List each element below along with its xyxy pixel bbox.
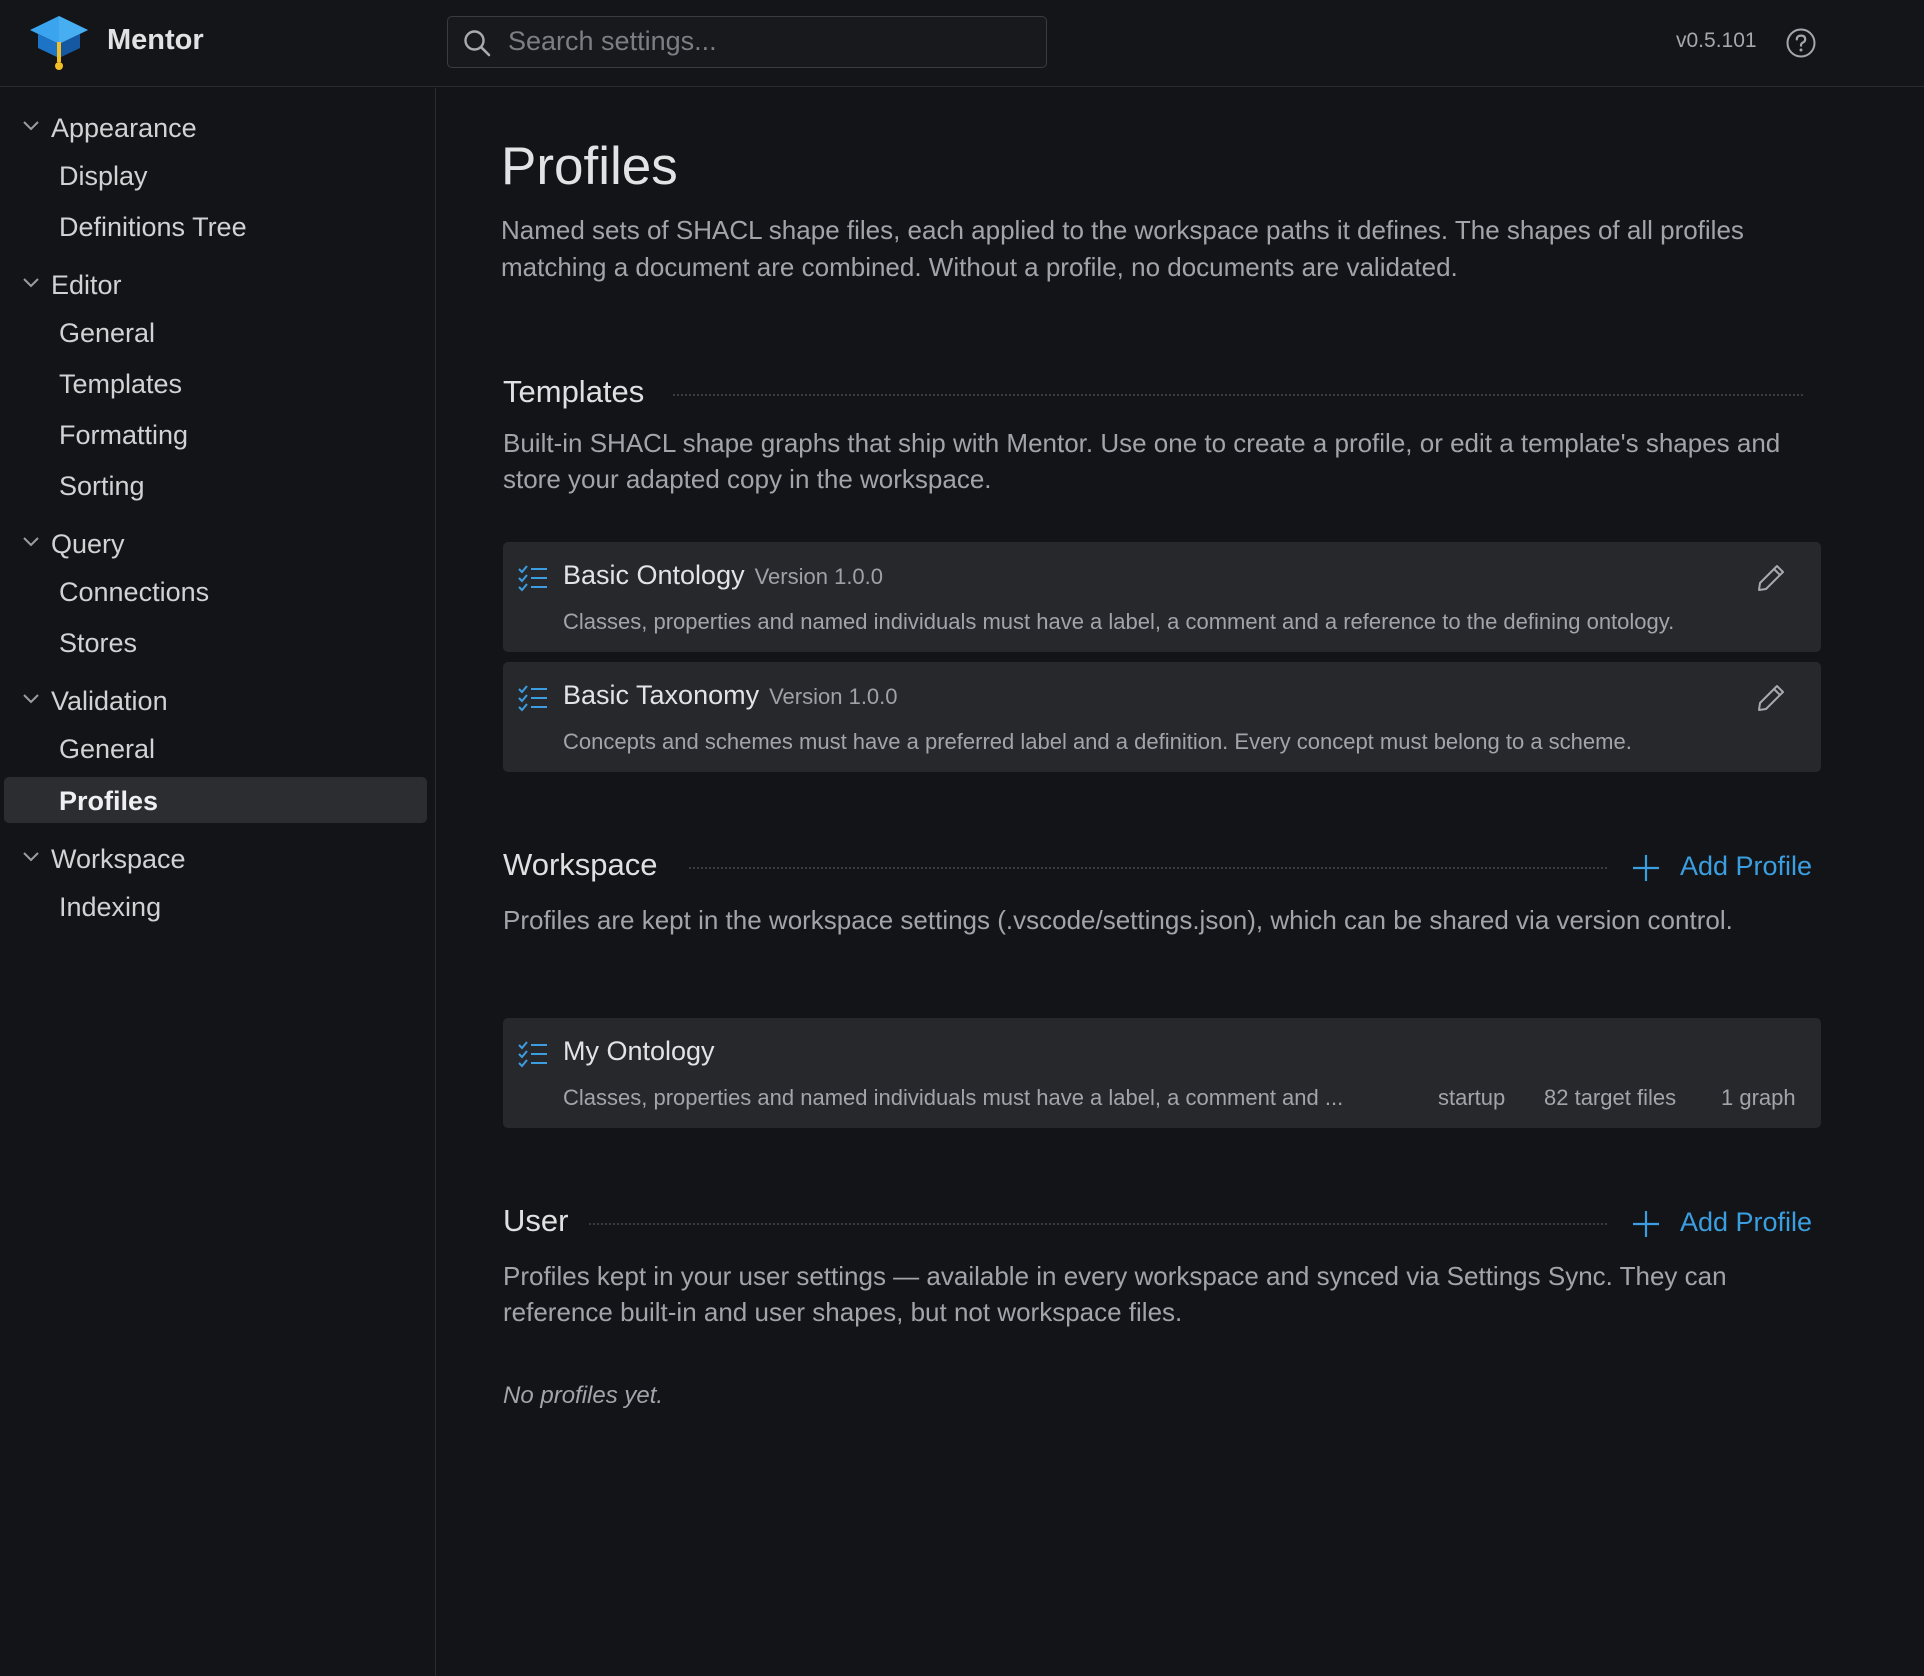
sidebar-item-formatting[interactable]: Formatting — [4, 411, 427, 457]
sidebar-group-query[interactable]: Query — [0, 521, 436, 565]
sidebar-item-validation-general[interactable]: General — [4, 725, 427, 771]
sidebar-group-editor[interactable]: Editor — [0, 262, 436, 306]
section-title-workspace: Workspace — [503, 847, 658, 882]
help-icon[interactable] — [1785, 27, 1817, 59]
template-card-basic-ontology[interactable]: Basic Ontology Version 1.0.0 Classes, pro… — [503, 542, 1821, 652]
page-title: Profiles — [501, 137, 678, 196]
user-section-header: User Add Profile — [503, 1203, 1821, 1243]
card-title: Basic Taxonomy — [563, 680, 760, 710]
chevron-down-icon — [23, 278, 39, 288]
sidebar-item-definitions-tree[interactable]: Definitions Tree — [4, 203, 427, 249]
add-workspace-profile-button[interactable]: Add Profile — [1632, 847, 1822, 887]
sidebar-item-templates[interactable]: Templates — [4, 360, 427, 406]
top-bar: Mentor v0.5.101 — [0, 0, 1924, 87]
plus-icon — [1633, 855, 1659, 881]
card-title: My Ontology — [563, 1036, 715, 1066]
settings-sidebar: Appearance Display Definitions Tree Edit… — [0, 88, 436, 1676]
empty-profiles-note: No profiles yet. — [503, 1382, 664, 1409]
app-name: Mentor — [107, 24, 204, 56]
search-input[interactable] — [508, 17, 1028, 66]
version-label: v0.5.101 — [1676, 29, 1757, 52]
card-title: Basic Ontology — [563, 560, 745, 590]
sidebar-item-connections[interactable]: Connections — [4, 568, 427, 614]
sidebar-item-sorting[interactable]: Sorting — [4, 462, 427, 508]
card-description: Concepts and schemes must have a preferr… — [563, 729, 1632, 754]
chevron-down-icon — [23, 694, 39, 704]
chevron-down-icon — [23, 121, 39, 131]
sidebar-group-workspace[interactable]: Workspace — [0, 836, 436, 880]
workspace-section-header: Workspace Add Profile — [503, 847, 1821, 887]
profile-graph-count: 1 graph — [1721, 1085, 1796, 1110]
chevron-down-icon — [23, 852, 39, 862]
section-title-templates: Templates — [503, 374, 645, 409]
workspace-description: Profiles are kept in the workspace setti… — [503, 905, 1733, 935]
plus-icon — [1633, 1211, 1659, 1237]
graduation-cap-logo-icon — [30, 16, 88, 70]
card-version: Version 1.0.0 — [769, 684, 898, 709]
sidebar-item-display[interactable]: Display — [4, 152, 427, 198]
profile-trigger: startup — [1438, 1085, 1506, 1110]
section-title-user: User — [503, 1203, 569, 1238]
templates-description: Built-in SHACL shape graphs that ship wi… — [503, 428, 1781, 494]
search-box[interactable] — [447, 16, 1047, 68]
template-card-basic-taxonomy[interactable]: Basic Taxonomy Version 1.0.0 Concepts and… — [503, 662, 1821, 772]
section-divider — [673, 394, 1803, 396]
sidebar-item-profiles[interactable]: Profiles — [4, 777, 427, 823]
checklist-icon — [518, 1041, 547, 1068]
sidebar-group-validation[interactable]: Validation — [0, 678, 436, 722]
card-description: Classes, properties and named individual… — [563, 609, 1675, 634]
profile-card-my-ontology[interactable]: My Ontology Classes, properties and name… — [503, 1018, 1821, 1128]
templates-section-header: Templates — [503, 374, 1803, 414]
card-version: Version 1.0.0 — [754, 564, 884, 589]
sidebar-item-indexing[interactable]: Indexing — [4, 883, 427, 929]
search-icon — [464, 30, 491, 57]
sidebar-item-stores[interactable]: Stores — [4, 619, 427, 665]
page-description: Named sets of SHACL shape files, each ap… — [501, 215, 1744, 282]
checklist-icon — [518, 565, 547, 592]
card-description: Classes, properties and named individual… — [563, 1085, 1344, 1110]
edit-pencil-icon[interactable] — [1755, 562, 1787, 594]
add-user-profile-button[interactable]: Add Profile — [1632, 1203, 1822, 1243]
sidebar-group-appearance[interactable]: Appearance — [0, 105, 436, 149]
sidebar-item-editor-general[interactable]: General — [4, 309, 427, 355]
edit-pencil-icon[interactable] — [1755, 682, 1787, 714]
section-divider — [689, 867, 1607, 869]
checklist-icon — [518, 685, 547, 712]
user-description: Profiles kept in your user settings — av… — [503, 1261, 1727, 1327]
chevron-down-icon — [23, 537, 39, 547]
profile-target-files: 82 target files — [1544, 1085, 1677, 1110]
section-divider — [589, 1223, 1607, 1225]
